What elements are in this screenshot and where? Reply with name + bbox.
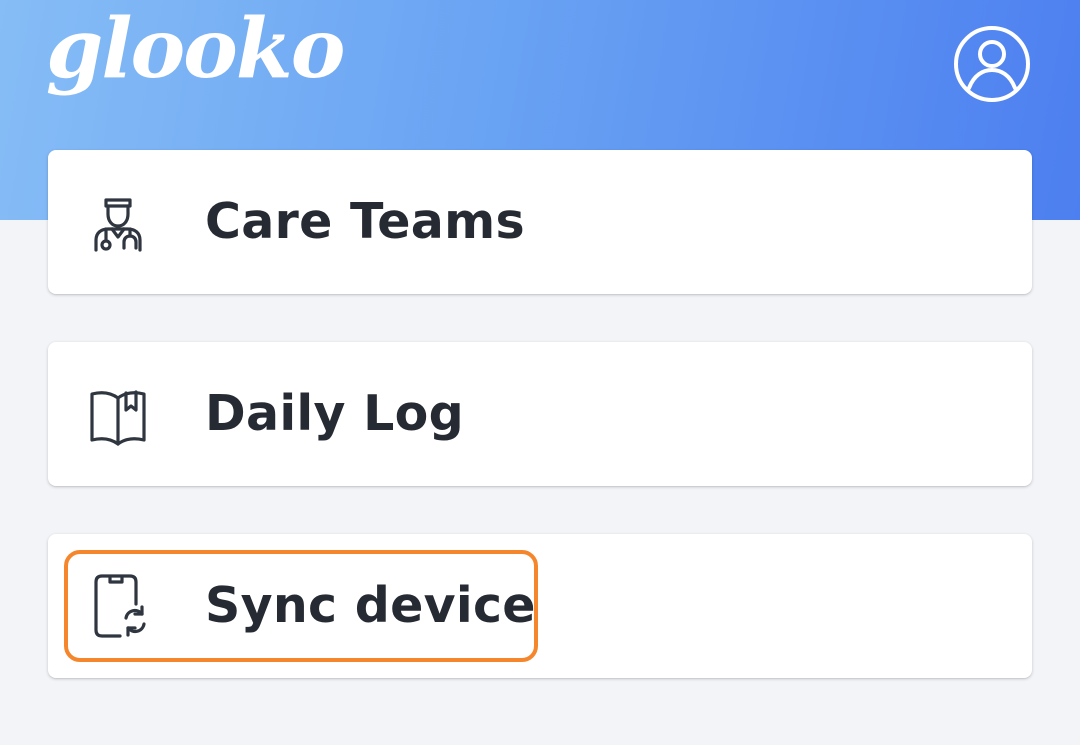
book-icon — [86, 382, 150, 446]
menu-list: Care Teams Daily Log Sync device — [48, 150, 1032, 726]
sync-device-label: Sync device — [205, 577, 536, 634]
app-screen: glooko Care Teams Daily Log Sync device — [0, 0, 1080, 745]
phone-sync-icon — [86, 574, 150, 638]
daily-log-card[interactable]: Daily Log — [48, 342, 1032, 486]
doctor-icon — [86, 190, 150, 254]
care-teams-label: Care Teams — [205, 193, 525, 250]
daily-log-label: Daily Log — [205, 385, 464, 442]
glooko-logo: glooko — [46, 1, 345, 97]
user-circle-icon — [954, 26, 1030, 102]
care-teams-card[interactable]: Care Teams — [48, 150, 1032, 294]
sync-device-card[interactable]: Sync device — [48, 534, 1032, 678]
profile-button[interactable] — [952, 24, 1032, 104]
